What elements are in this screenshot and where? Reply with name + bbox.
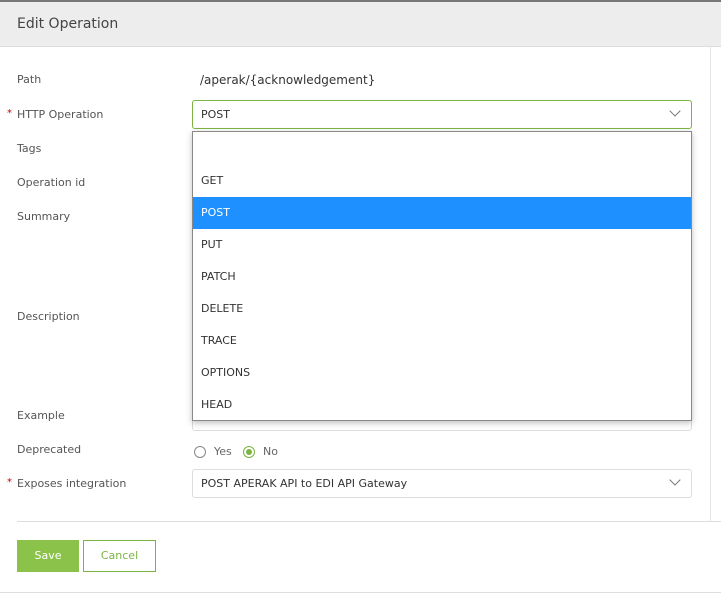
- option-trace[interactable]: TRACE: [193, 325, 691, 357]
- option-head[interactable]: HEAD: [193, 389, 691, 421]
- divider: [17, 521, 721, 522]
- required-mark: *: [7, 108, 12, 119]
- deprecated-no-label[interactable]: No: [263, 445, 278, 458]
- deprecated-yes-radio[interactable]: [194, 446, 206, 458]
- chevron-down-icon: [669, 105, 681, 117]
- tags-label: Tags: [17, 142, 42, 155]
- exposes-integration-select[interactable]: POST APERAK API to EDI API Gateway: [192, 469, 692, 498]
- http-operation-label: HTTP Operation: [17, 108, 104, 121]
- operation-id-label: Operation id: [17, 176, 86, 189]
- summary-label: Summary: [17, 210, 71, 223]
- scrollbar-track[interactable]: [710, 47, 711, 521]
- option-post[interactable]: POST: [193, 197, 691, 229]
- http-operation-dropdown[interactable]: GET POST PUT PATCH DELETE TRACE OPTIONS …: [192, 131, 692, 421]
- option-options[interactable]: OPTIONS: [193, 357, 691, 389]
- option-delete[interactable]: DELETE: [193, 293, 691, 325]
- path-label: Path: [17, 73, 42, 86]
- deprecated-no-radio[interactable]: [243, 446, 255, 458]
- option-empty[interactable]: [193, 132, 691, 165]
- exposes-integration-label: Exposes integration: [17, 477, 127, 490]
- save-button[interactable]: Save: [17, 540, 79, 572]
- http-operation-value: POST: [201, 108, 230, 121]
- deprecated-label: Deprecated: [17, 443, 82, 456]
- exposes-integration-value: POST APERAK API to EDI API Gateway: [201, 477, 408, 490]
- dialog-title: Edit Operation: [17, 16, 119, 32]
- deprecated-yes-label[interactable]: Yes: [214, 445, 232, 458]
- description-label: Description: [17, 310, 80, 323]
- path-value: /aperak/{acknowledgement}: [200, 73, 376, 87]
- dialog-header: Edit Operation: [0, 0, 721, 47]
- required-mark: *: [7, 477, 12, 488]
- example-label: Example: [17, 409, 65, 422]
- option-get[interactable]: GET: [193, 165, 691, 197]
- divider: [0, 592, 721, 593]
- option-patch[interactable]: PATCH: [193, 261, 691, 293]
- option-put[interactable]: PUT: [193, 229, 691, 261]
- cancel-button[interactable]: Cancel: [83, 540, 156, 572]
- chevron-down-icon: [669, 474, 681, 486]
- http-operation-select[interactable]: POST: [192, 100, 692, 129]
